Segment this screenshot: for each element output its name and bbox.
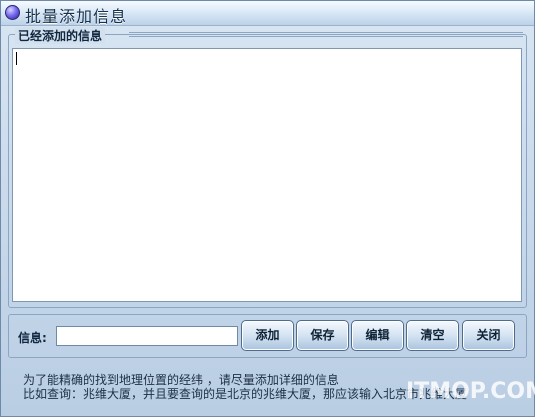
add-button[interactable]: 添加 bbox=[241, 320, 294, 351]
added-info-group: 已经添加的信息 bbox=[8, 27, 527, 308]
close-button[interactable]: 关闭 bbox=[462, 320, 515, 351]
app-orb-icon bbox=[5, 5, 20, 20]
added-info-textarea[interactable] bbox=[12, 48, 522, 302]
window-title: 批量添加信息 bbox=[25, 7, 128, 26]
text-caret bbox=[16, 52, 17, 65]
watermark: ITMOP.COM bbox=[406, 379, 535, 404]
title-bar[interactable]: 批量添加信息 bbox=[1, 1, 534, 26]
edit-button[interactable]: 编辑 bbox=[351, 320, 404, 351]
input-toolbar: 信息: 添加 保存 编辑 清空 关闭 bbox=[8, 314, 527, 358]
clear-button[interactable]: 清空 bbox=[406, 320, 459, 351]
info-label: 信息: bbox=[18, 331, 47, 345]
group-divider bbox=[129, 32, 523, 37]
batch-add-window: 批量添加信息 已经添加的信息 信息: 添加 保存 编辑 清空 关闭 为了能精确的… bbox=[0, 0, 535, 417]
save-button[interactable]: 保存 bbox=[296, 320, 349, 351]
info-input[interactable] bbox=[56, 326, 238, 346]
group-legend: 已经添加的信息 bbox=[15, 27, 106, 44]
hint-line-2: 比如查询：兆维大厦，并且要查询的是北京的兆维大厦，那应该输入北京市兆维大厦 bbox=[23, 387, 468, 401]
